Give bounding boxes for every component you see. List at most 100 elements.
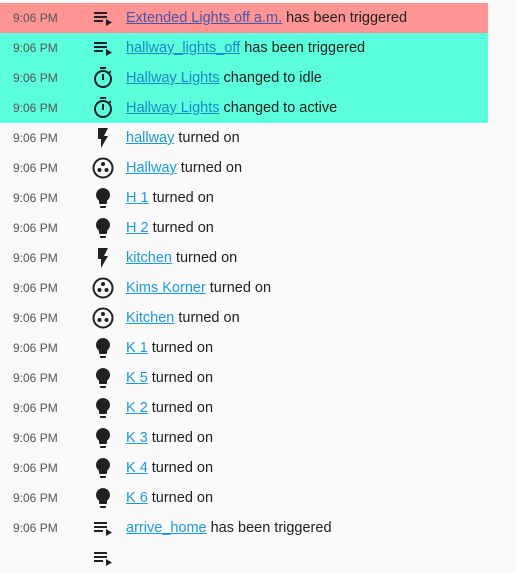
- automation-icon: [90, 35, 116, 61]
- entity-link[interactable]: K 4: [126, 460, 148, 476]
- entry-time: 9:06 PM: [13, 491, 58, 505]
- logbook-entry: 9:06 PM H 1 turned on: [0, 183, 516, 213]
- entry-time: 9:06 PM: [13, 311, 58, 325]
- entry-time: 9:06 PM: [13, 401, 58, 415]
- entry-time: 9:06 PM: [13, 41, 58, 55]
- entry-message: K 3 turned on: [126, 430, 213, 446]
- entity-link[interactable]: K 1: [126, 340, 148, 356]
- entry-action-text: turned on: [209, 280, 272, 296]
- entry-message: K 4 turned on: [126, 460, 213, 476]
- entry-action-text: changed to active: [223, 100, 338, 116]
- entry-message: H 2 turned on: [126, 220, 214, 236]
- entry-action-text: has been triggered: [210, 520, 332, 536]
- entry-time: 9:06 PM: [13, 101, 58, 115]
- logbook-entry: 9:06 PM K 5 turned on: [0, 363, 516, 393]
- entry-action-text: has been triggered: [286, 10, 408, 26]
- bulb-icon: [90, 335, 116, 361]
- entry-message: K 6 turned on: [126, 490, 213, 506]
- flash-icon: [90, 245, 116, 271]
- logbook-entry: 9:06 PM Kims Korner turned on: [0, 273, 516, 303]
- entry-time: 9:06 PM: [13, 191, 58, 205]
- entry-action-text: changed to idle: [223, 70, 322, 86]
- logbook-entry: 9:06 PM K 3 turned on: [0, 423, 516, 453]
- logbook-entry: 9:06 PM arrive_home has been triggered: [0, 513, 516, 543]
- entry-time: 9:06 PM: [13, 251, 58, 265]
- logbook-entry: 9:06 PM Hallway turned on: [0, 153, 516, 183]
- entry-message: Kitchen turned on: [126, 310, 240, 326]
- entry-action-text: has been triggered: [244, 40, 366, 56]
- entry-action-text: turned on: [151, 370, 214, 386]
- timer-icon: [90, 65, 116, 91]
- light-group-icon: [90, 305, 116, 331]
- logbook-entry: 9:06 PM H 2 turned on: [0, 213, 516, 243]
- entity-link[interactable]: K 6: [126, 490, 148, 506]
- logbook-entry: 9:06 PM K 4 turned on: [0, 453, 516, 483]
- logbook-entry: 9:06 PM K 2 turned on: [0, 393, 516, 423]
- entry-message: K 5 turned on: [126, 370, 213, 386]
- logbook-entry: 9:06 PM hallway turned on: [0, 123, 516, 153]
- bulb-icon: [90, 215, 116, 241]
- entry-time: 9:06 PM: [13, 371, 58, 385]
- entry-message: hallway_lights_off has been triggered: [126, 40, 365, 56]
- logbook-entry: 9:06 PM K 6 turned on: [0, 483, 516, 513]
- entry-message: Hallway turned on: [126, 160, 242, 176]
- entry-message: H 1 turned on: [126, 190, 214, 206]
- entry-message: Extended Lights off a.m. has been trigger…: [126, 10, 407, 26]
- entry-action-text: turned on: [151, 490, 214, 506]
- entity-link[interactable]: H 1: [126, 190, 149, 206]
- logbook-entry: 9:06 PM kitchen turned on: [0, 243, 516, 273]
- logbook-entry: 9:06 PM Hallway Lights changed to idle: [0, 63, 488, 93]
- automation-icon: [90, 545, 116, 571]
- logbook-entry: 9:06 PM hallway_lights_off has been trigge…: [0, 33, 488, 63]
- entry-action-text: turned on: [152, 190, 214, 206]
- entity-link[interactable]: Hallway: [126, 160, 177, 176]
- entry-time: 9:06 PM: [13, 461, 58, 475]
- entry-action-text: turned on: [151, 340, 214, 356]
- entry-time: 9:06 PM: [13, 11, 58, 25]
- entry-message: Kims Korner turned on: [126, 280, 271, 296]
- logbook-list: 9:06 PM Extended Lights off a.m. has been …: [0, 3, 516, 573]
- entry-action-text: turned on: [175, 250, 238, 266]
- automation-icon: [90, 515, 116, 541]
- entry-action-text: turned on: [180, 160, 243, 176]
- entity-link[interactable]: Kims Korner: [126, 280, 206, 296]
- entry-time: 9:06 PM: [13, 431, 58, 445]
- entity-link[interactable]: K 2: [126, 400, 148, 416]
- entry-message: Hallway Lights changed to active: [126, 100, 337, 116]
- entity-link[interactable]: H 2: [126, 220, 149, 236]
- entity-link[interactable]: kitchen: [126, 250, 172, 266]
- entry-action-text: turned on: [152, 220, 214, 236]
- entity-link[interactable]: arrive_home: [126, 520, 207, 536]
- entity-link[interactable]: Extended Lights off a.m.: [126, 10, 282, 26]
- entry-action-text: turned on: [178, 310, 240, 326]
- entity-link[interactable]: K 5: [126, 370, 148, 386]
- entry-message: K 2 turned on: [126, 400, 213, 416]
- logbook-entry: 9:06 PM K 1 turned on: [0, 333, 516, 363]
- entry-action-text: turned on: [178, 130, 240, 146]
- entity-link[interactable]: K 3: [126, 430, 148, 446]
- entry-message: [126, 550, 130, 566]
- entry-action-text: turned on: [151, 430, 214, 446]
- entity-link[interactable]: Hallway Lights: [126, 70, 220, 86]
- logbook-entry: 9:06 PM Hallway Lights changed to active: [0, 93, 488, 123]
- entity-link[interactable]: hallway: [126, 130, 174, 146]
- entity-link[interactable]: hallway_lights_off: [126, 40, 240, 56]
- entry-action-text: turned on: [151, 460, 214, 476]
- light-group-icon: [90, 155, 116, 181]
- entity-link[interactable]: Hallway Lights: [126, 100, 220, 116]
- entry-action-text: turned on: [151, 400, 214, 416]
- bulb-icon: [90, 485, 116, 511]
- bulb-icon: [90, 185, 116, 211]
- logbook-entry: 9:06 PM Extended Lights off a.m. has been …: [0, 3, 488, 33]
- entry-time: 9:06 PM: [13, 131, 58, 145]
- automation-icon: [90, 5, 116, 31]
- entry-time: 9:06 PM: [13, 341, 58, 355]
- light-group-icon: [90, 275, 116, 301]
- entry-time: 9:06 PM: [13, 281, 58, 295]
- entity-link[interactable]: Kitchen: [126, 310, 174, 326]
- entry-time: 9:06 PM: [13, 71, 58, 85]
- entry-message: hallway turned on: [126, 130, 240, 146]
- flash-icon: [90, 125, 116, 151]
- bulb-icon: [90, 395, 116, 421]
- bulb-icon: [90, 425, 116, 451]
